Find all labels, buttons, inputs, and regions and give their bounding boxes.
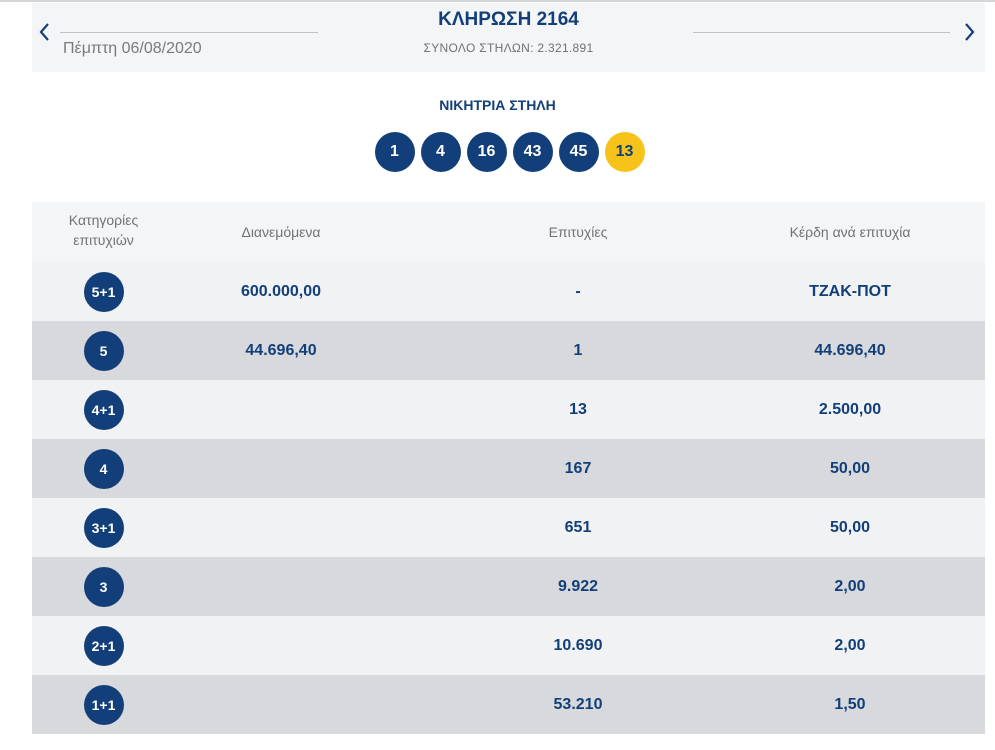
table-row: 1+1 53.210 1,50 bbox=[32, 675, 985, 734]
winners-cell: 13 bbox=[569, 400, 587, 418]
winning-number-ball: 43 bbox=[512, 132, 553, 172]
winners-cell: - bbox=[575, 282, 581, 300]
prize-cell: 2,00 bbox=[834, 636, 866, 654]
header-category: Κατηγορίες επιτυχιών bbox=[32, 210, 175, 250]
prize-cell: 2.500,00 bbox=[818, 400, 882, 418]
next-draw-button[interactable] bbox=[961, 21, 977, 43]
prize-cell: 2,00 bbox=[834, 577, 866, 595]
total-columns: ΣΥΝΟΛΟ ΣΤΗΛΩΝ: 2.321.891 bbox=[423, 41, 594, 55]
distributed-cell: 44.696,40 bbox=[245, 341, 317, 359]
winners-cell: 10.690 bbox=[553, 636, 603, 654]
category-badge: 5+1 bbox=[83, 271, 124, 312]
winning-number-ball: 4 bbox=[420, 132, 461, 172]
bonus-number-ball: 13 bbox=[604, 132, 645, 172]
winners-cell: 651 bbox=[564, 518, 592, 536]
prize-cell: 44.696,40 bbox=[814, 341, 886, 359]
table-row: 5+1 600.000,00 - ΤΖΑΚ-ΠΟΤ bbox=[32, 262, 985, 321]
draw-title: ΚΛΗΡΩΣΗ 2164 bbox=[438, 9, 579, 30]
prize-cell: ΤΖΑΚ-ΠΟΤ bbox=[809, 282, 891, 300]
header-divider-left bbox=[60, 32, 318, 33]
winning-number-ball: 1 bbox=[374, 132, 415, 172]
header-winners: Επιτυχίες bbox=[548, 224, 608, 240]
winners-cell: 167 bbox=[564, 459, 592, 477]
header-prize: Κέρδη ανά επιτυχία bbox=[789, 224, 911, 240]
category-badge: 4 bbox=[83, 448, 124, 489]
category-badge: 2+1 bbox=[83, 625, 124, 666]
winners-cell: 9.922 bbox=[557, 577, 599, 595]
prize-cell: 1,50 bbox=[834, 695, 866, 713]
category-badge: 3 bbox=[83, 566, 124, 607]
draw-header: Πέμπτη 06/08/2020 ΚΛΗΡΩΣΗ 2164 ΣΥΝΟΛΟ ΣΤ… bbox=[32, 3, 985, 72]
winning-number-ball: 16 bbox=[466, 132, 507, 172]
header-distributed: Διανεμόμενα bbox=[241, 224, 321, 240]
winning-column-label: ΝΙΚΗΤΡΙΑ ΣΤΗΛΗ bbox=[439, 97, 556, 113]
prize-table: Κατηγορίες επιτυχιών Διανεμόμενα Επιτυχί… bbox=[32, 202, 985, 734]
header-category-line2: επιτυχιών bbox=[73, 232, 134, 248]
winners-cell: 53.210 bbox=[553, 695, 603, 713]
table-row: 4+1 13 2.500,00 bbox=[32, 380, 985, 439]
prize-cell: 50,00 bbox=[829, 459, 871, 477]
table-row: 3 9.922 2,00 bbox=[32, 557, 985, 616]
table-row: 2+1 10.690 2,00 bbox=[32, 616, 985, 675]
winning-number-ball: 45 bbox=[558, 132, 599, 172]
category-badge: 3+1 bbox=[83, 507, 124, 548]
category-badge: 4+1 bbox=[83, 389, 124, 430]
top-divider bbox=[0, 0, 995, 2]
prize-cell: 50,00 bbox=[829, 518, 871, 536]
winners-cell: 1 bbox=[573, 341, 583, 359]
table-row: 4 167 50,00 bbox=[32, 439, 985, 498]
distributed-cell: 600.000,00 bbox=[240, 282, 322, 300]
category-badge: 1+1 bbox=[83, 684, 124, 725]
table-row: 3+1 651 50,00 bbox=[32, 498, 985, 557]
winning-numbers: 1 4 16 43 45 13 bbox=[0, 132, 995, 172]
table-header: Κατηγορίες επιτυχιών Διανεμόμενα Επιτυχί… bbox=[32, 202, 985, 262]
chevron-right-icon bbox=[964, 23, 974, 41]
table-row: 5 44.696,40 1 44.696,40 bbox=[32, 321, 985, 380]
header-divider-right bbox=[693, 32, 950, 33]
header-category-line1: Κατηγορίες bbox=[68, 212, 139, 228]
category-badge: 5 bbox=[83, 330, 124, 371]
